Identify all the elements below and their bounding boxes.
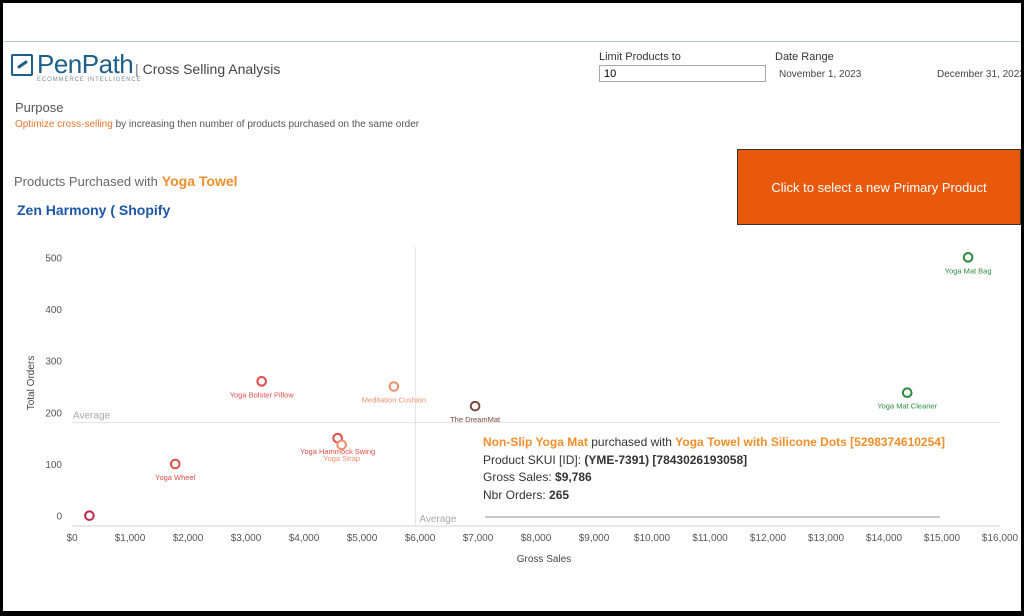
x-tick-label: $7,000 xyxy=(463,533,494,544)
x-tick-label: $0 xyxy=(66,533,78,544)
tooltip-sku: Product SKUI [ID]: (YME-7391) [784302619… xyxy=(483,452,1007,470)
x-tick-label: $13,000 xyxy=(808,533,845,544)
y-tick-label: 500 xyxy=(45,253,62,264)
x-tick-label: $4,000 xyxy=(289,533,320,544)
point-label: Meditation Cushion xyxy=(362,396,426,405)
point-label: The DreamMat xyxy=(450,415,501,424)
y-tick-label: 400 xyxy=(45,305,62,316)
tooltip-sku-value: (YME-7391) [7843026193058] xyxy=(584,452,748,467)
x-tick-label: $16,000 xyxy=(982,533,1019,544)
x-tick-label: $11,000 xyxy=(692,533,728,544)
x-tick-label: $1,000 xyxy=(115,533,146,544)
y-tick-label: 200 xyxy=(45,408,62,419)
x-tick-label: $6,000 xyxy=(405,533,436,544)
x-tick-label: $14,000 xyxy=(866,533,903,544)
x-average-label: Average xyxy=(419,514,457,525)
scatter-point xyxy=(469,400,481,412)
tooltip-sales-label: Gross Sales: xyxy=(483,470,556,484)
point-label: Yoga Bolster Pillow xyxy=(230,390,295,399)
x-tick-label: $9,000 xyxy=(579,533,610,544)
scatter-point xyxy=(901,387,913,399)
x-axis-ticks: $0 $1,000 $2,000 $3,000 $4,000 $5,000 $6,000 $7… xyxy=(66,533,1018,544)
scatter-point xyxy=(169,458,181,470)
tooltip-product: Non-Slip Yoga Mat xyxy=(483,435,588,449)
x-tick-label: $8,000 xyxy=(521,533,552,544)
tooltip-sales-value: $9,786 xyxy=(555,470,592,484)
x-tick-label: $2,000 xyxy=(173,533,204,544)
tooltip-underline xyxy=(485,516,940,518)
tooltip-title: Non-Slip Yoga Mat purchased with Yoga To… xyxy=(483,434,1007,452)
tooltip-sku-label: Product SKUI [ID]: xyxy=(483,452,585,467)
y-tick-label: 300 xyxy=(45,357,62,368)
tooltip-orders-value: 265 xyxy=(549,487,570,502)
scatter-point xyxy=(388,381,400,392)
tooltip-connector: purchased with xyxy=(587,435,676,449)
dashboard-frame: PenPath ECOMMERCE INTELLIGENCE | Cross Se… xyxy=(3,3,1021,611)
point-label: Yoga Wheel xyxy=(155,473,196,482)
x-tick-label: $15,000 xyxy=(924,533,961,544)
product-tooltip: Non-Slip Yoga Mat purchased with Yoga To… xyxy=(480,430,1010,520)
tooltip-primary: Yoga Towel with Silicone Dots [529837461… xyxy=(675,435,945,449)
tooltip-orders-label: Nbr Orders: xyxy=(483,487,550,502)
scatter-point xyxy=(256,376,267,387)
tooltip-orders: Nbr Orders: 265 xyxy=(483,487,1007,505)
scatter-point xyxy=(84,510,95,521)
x-axis-label: Gross Sales xyxy=(517,554,571,565)
y-tick-label: 0 xyxy=(56,512,62,523)
y-axis-label: Total Orders xyxy=(26,356,37,410)
y-average-label: Average xyxy=(73,411,111,422)
point-label: Yoga Mat Bag xyxy=(945,266,992,275)
y-tick-label: 100 xyxy=(45,460,62,471)
y-axis-ticks: 0 100 200 300 400 500 xyxy=(45,253,62,522)
point-label: Yoga Strap xyxy=(323,454,360,463)
scatter-point xyxy=(336,439,348,451)
scatter-point xyxy=(962,252,974,263)
x-tick-label: $5,000 xyxy=(347,533,378,544)
x-tick-label: $12,000 xyxy=(750,533,787,544)
tooltip-sales: Gross Sales: $9,786 xyxy=(483,469,1007,487)
x-tick-label: $10,000 xyxy=(634,533,671,544)
x-tick-label: $3,000 xyxy=(231,533,262,544)
point-label: Yoga Mat Cleaner xyxy=(877,402,937,411)
